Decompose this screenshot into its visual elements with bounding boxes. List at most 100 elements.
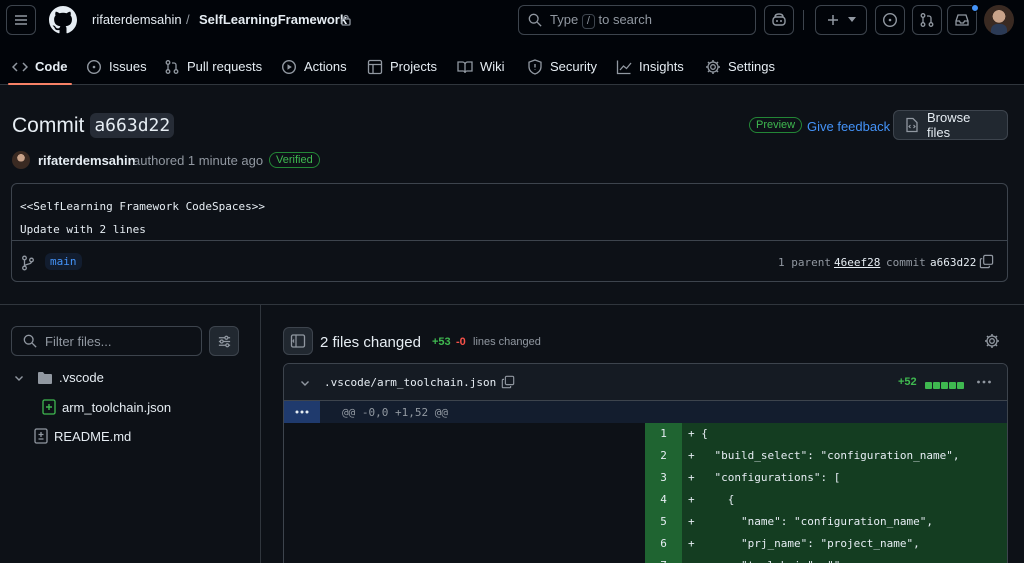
tab-issues[interactable]: Issues xyxy=(86,48,147,85)
tree-folder-label: .vscode xyxy=(59,370,104,385)
give-feedback-link[interactable]: Give feedback xyxy=(807,119,890,134)
tab-wiki-label: Wiki xyxy=(480,59,505,74)
tab-actions[interactable]: Actions xyxy=(281,48,347,85)
menu-button[interactable] xyxy=(6,5,36,35)
line-number[interactable]: 3 xyxy=(645,467,682,489)
header-divider xyxy=(803,10,804,30)
diff-line: 3 + "configurations": [ xyxy=(645,467,1007,489)
play-circle-icon xyxy=(281,59,297,74)
pull-request-icon xyxy=(920,13,934,27)
file-path[interactable]: .vscode/arm_toolchain.json xyxy=(324,376,496,389)
tree-file-arm-toolchain[interactable]: arm_toolchain.json xyxy=(42,399,171,415)
expand-hunk-button[interactable] xyxy=(284,401,320,423)
parent-sha-link[interactable]: 46eef28 xyxy=(834,256,880,269)
line-number[interactable]: 7 xyxy=(645,555,682,563)
plus-icon xyxy=(828,15,838,25)
tab-pull-requests-label: Pull requests xyxy=(187,59,263,74)
tab-insights-label: Insights xyxy=(639,59,684,74)
book-icon xyxy=(457,60,473,73)
chevron-down-icon xyxy=(15,375,23,381)
diff-line: 2 + "build_select": "configuration_name", xyxy=(645,445,1007,467)
line-number[interactable]: 1 xyxy=(645,423,682,445)
kebab-horizontal-icon[interactable] xyxy=(976,376,992,388)
line-code: + "prj_name": "project_name", xyxy=(682,533,1007,555)
filter-files-input[interactable]: Filter files... xyxy=(11,326,202,356)
diff-line: 5 + "name": "configuration_name", xyxy=(645,511,1007,533)
tab-security[interactable]: Security xyxy=(527,48,597,85)
breadcrumb-separator: / xyxy=(186,12,190,27)
tab-projects-label: Projects xyxy=(390,59,437,74)
hamburger-icon xyxy=(15,15,27,25)
tab-pull-requests[interactable]: Pull requests xyxy=(164,48,262,85)
gear-icon xyxy=(706,59,720,74)
line-number[interactable]: 4 xyxy=(645,489,682,511)
search-suffix: to search xyxy=(598,11,652,27)
sliders-icon xyxy=(218,335,230,347)
create-new-button[interactable] xyxy=(815,5,867,35)
tab-insights[interactable]: Insights xyxy=(616,48,684,85)
tab-code[interactable]: Code xyxy=(8,48,71,85)
issue-circle-icon xyxy=(86,59,102,74)
line-code: + { xyxy=(682,489,1007,511)
github-logo-icon[interactable] xyxy=(49,6,77,34)
author-avatar[interactable] xyxy=(12,151,30,169)
lock-icon xyxy=(341,14,351,26)
avatar[interactable] xyxy=(984,5,1014,35)
issues-shortcut-button[interactable] xyxy=(875,5,905,35)
breadcrumb-owner[interactable]: rifaterdemsahin xyxy=(92,12,182,27)
top-header: rifaterdemsahin / SelfLearningFramework … xyxy=(0,0,1024,85)
pull-requests-shortcut-button[interactable] xyxy=(912,5,942,35)
commit-message-box: <<SelfLearning Framework CodeSpaces>> Up… xyxy=(11,183,1008,282)
file-additions: +52 xyxy=(898,376,917,388)
line-number[interactable]: 5 xyxy=(645,511,682,533)
branch-icon xyxy=(22,255,34,271)
chevron-down-icon[interactable] xyxy=(299,377,311,389)
pull-request-icon xyxy=(165,59,179,74)
sidebar-divider xyxy=(260,305,261,563)
file-diff: .vscode/arm_toolchain.json +52 @@ -0,0 +… xyxy=(283,363,1008,563)
diffstat-blocks xyxy=(924,377,964,392)
copilot-icon xyxy=(772,13,786,26)
search-input[interactable]: Type / to search xyxy=(518,5,756,35)
notification-dot xyxy=(971,4,979,12)
tree-file-readme[interactable]: README.md xyxy=(34,428,131,444)
sidebar-collapse-icon xyxy=(290,334,306,348)
line-code: + { xyxy=(682,423,1007,445)
line-number[interactable]: 2 xyxy=(645,445,682,467)
files-changed-count: 2 files changed xyxy=(320,334,421,351)
branch-label[interactable]: main xyxy=(45,253,82,270)
tab-settings[interactable]: Settings xyxy=(705,48,775,85)
tree-folder-vscode[interactable]: .vscode xyxy=(13,370,104,385)
search-shortcut: / xyxy=(581,13,595,29)
deletions-count: -0 xyxy=(456,336,466,348)
additions-count: +53 xyxy=(432,336,451,348)
search-icon xyxy=(23,334,37,348)
hunk-range: @@ -0,0 +1,52 @@ xyxy=(342,406,448,419)
toggle-sidebar-button[interactable] xyxy=(283,327,313,355)
breadcrumb-repo[interactable]: SelfLearningFramework xyxy=(199,12,347,27)
parent-label: 1 parent xyxy=(778,256,831,269)
browse-files-button[interactable]: Browse files xyxy=(893,110,1008,140)
copy-icon[interactable] xyxy=(501,375,515,389)
line-number[interactable]: 6 xyxy=(645,533,682,555)
table-icon xyxy=(367,59,383,74)
author-name[interactable]: rifaterdemsahin xyxy=(38,153,136,168)
shield-icon xyxy=(528,58,542,75)
app: rifaterdemsahin / SelfLearningFramework … xyxy=(0,0,1024,563)
tab-projects[interactable]: Projects xyxy=(367,48,437,85)
verified-badge[interactable]: Verified xyxy=(269,152,320,168)
diff-line: 6 + "prj_name": "project_name", xyxy=(645,533,1007,555)
commit-message-body: Update with 2 lines xyxy=(20,223,146,236)
hunk-header: @@ -0,0 +1,52 @@ xyxy=(284,401,1007,423)
copy-icon[interactable] xyxy=(979,254,994,269)
search-icon xyxy=(528,13,542,27)
copilot-button[interactable] xyxy=(764,5,794,35)
filter-options-button[interactable] xyxy=(209,326,239,356)
file-added-icon xyxy=(42,399,56,415)
code-icon xyxy=(12,61,28,72)
tree-file-label: arm_toolchain.json xyxy=(62,399,172,415)
kebab-horizontal-icon xyxy=(295,410,309,414)
line-code: + "name": "configuration_name", xyxy=(682,511,1007,533)
gear-icon[interactable] xyxy=(984,333,1000,349)
tab-wiki[interactable]: Wiki xyxy=(457,48,505,85)
